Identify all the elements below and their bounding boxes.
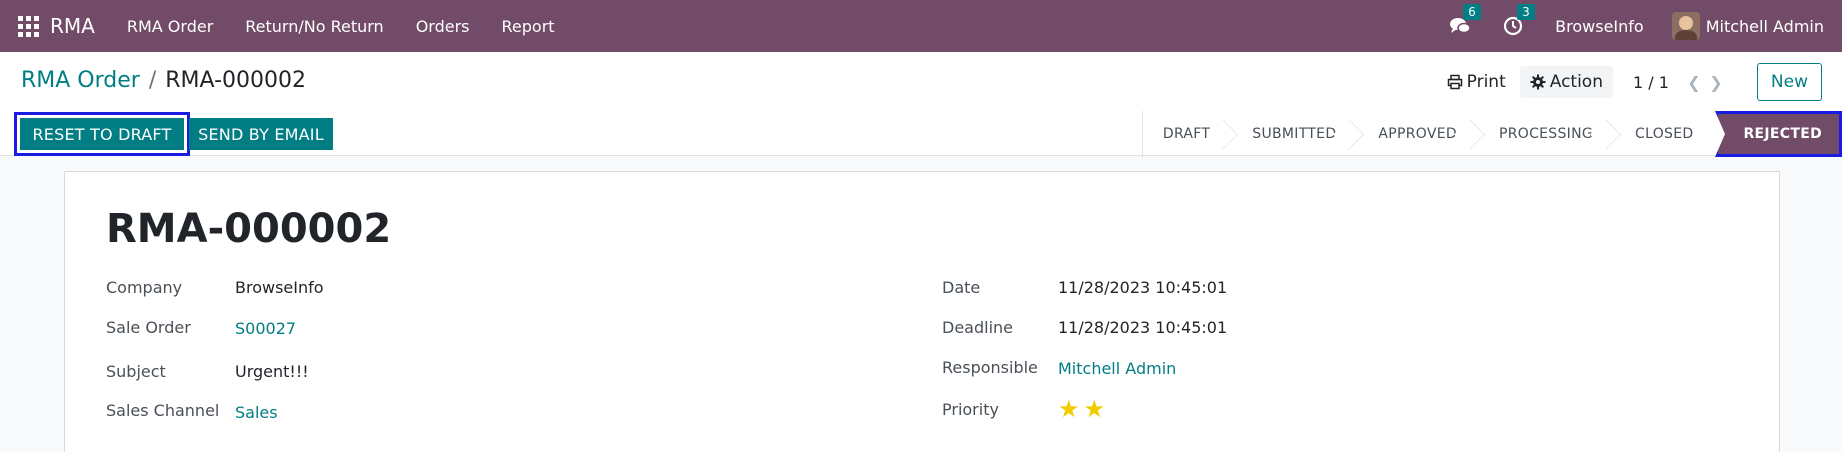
status-draft[interactable]: DRAFT (1143, 111, 1232, 157)
control-panel-actions: Print Action 1 / 1 ❮ ❯ New (1437, 63, 1822, 101)
status-closed[interactable]: CLOSED (1615, 111, 1715, 157)
new-button[interactable]: New (1756, 63, 1822, 101)
breadcrumb: RMA Order / RMA-000002 (21, 68, 306, 93)
star-icon[interactable]: ★ (1058, 397, 1080, 421)
field-company: Company BrowseInfo (106, 278, 324, 297)
reset-to-draft-button[interactable]: RESET TO DRAFT (14, 112, 190, 156)
print-button[interactable]: Print (1437, 66, 1516, 98)
priority-label: Priority (942, 400, 999, 419)
messages-menu[interactable]: 6 (1449, 4, 1481, 36)
avatar (1671, 12, 1700, 40)
gear-icon (1530, 74, 1546, 90)
menu-orders[interactable]: Orders (400, 0, 486, 52)
field-deadline: Deadline 11/28/2023 10:45:01 (942, 318, 1227, 337)
breadcrumb-rma-order[interactable]: RMA Order (21, 68, 140, 93)
status-processing[interactable]: PROCESSING (1479, 111, 1615, 157)
sale-order-label: Sale Order (106, 318, 191, 337)
pager: 1 / 1 ❮ ❯ (1633, 73, 1727, 92)
status-approved[interactable]: APPROVED (1358, 111, 1479, 157)
app-brand[interactable]: RMA (50, 14, 95, 38)
field-responsible: Responsible Mitchell Admin (942, 358, 1176, 378)
responsible-link[interactable]: Mitchell Admin (1058, 359, 1176, 378)
user-menu[interactable]: Mitchell Admin (1671, 12, 1824, 40)
company-value: BrowseInfo (235, 278, 324, 297)
status-submitted[interactable]: SUBMITTED (1232, 111, 1358, 157)
date-value[interactable]: 11/28/2023 10:45:01 (1058, 278, 1227, 297)
deadline-label: Deadline (942, 318, 1013, 337)
user-name: Mitchell Admin (1705, 16, 1824, 36)
status-rejected[interactable]: REJECTED (1715, 111, 1842, 157)
send-by-email-button[interactable]: SEND BY EMAIL (189, 118, 333, 150)
apps-menu-icon[interactable] (16, 14, 40, 38)
print-label: Print (1466, 72, 1506, 92)
date-label: Date (942, 278, 981, 297)
deadline-value[interactable]: 11/28/2023 10:45:01 (1058, 318, 1227, 337)
activities-menu[interactable]: 3 (1503, 4, 1535, 36)
print-icon (1447, 74, 1462, 90)
top-navbar: RMA RMA Order Return/No Return Orders Re… (0, 0, 1842, 52)
menu-return-no-return[interactable]: Return/No Return (229, 0, 399, 52)
field-priority: Priority ★ ★ (942, 397, 1105, 421)
breadcrumb-current: RMA-000002 (165, 68, 307, 93)
action-button[interactable]: Action (1519, 66, 1613, 98)
field-date: Date 11/28/2023 10:45:01 (942, 278, 1227, 297)
menu-rma-order[interactable]: RMA Order (111, 0, 229, 52)
main-menu: RMA Order Return/No Return Orders Report (111, 0, 571, 52)
star-icon[interactable]: ★ (1084, 397, 1106, 421)
action-label: Action (1549, 72, 1603, 92)
messages-badge: 6 (1463, 4, 1481, 20)
systray: 6 3 BrowseInfo Mitchell Admin (1449, 0, 1842, 52)
sale-order-link[interactable]: S00027 (235, 319, 296, 338)
pager-next-icon[interactable]: ❯ (1705, 73, 1727, 92)
field-sales-channel: Sales Channel Sales (106, 401, 278, 422)
breadcrumb-separator: / (148, 68, 157, 93)
form-sheet: RMA-000002 Company BrowseInfo Sale Order… (64, 171, 1780, 452)
menu-report[interactable]: Report (486, 0, 571, 52)
activities-badge: 3 (1517, 4, 1535, 20)
responsible-label: Responsible (942, 358, 1038, 377)
company-switcher[interactable]: BrowseInfo (1555, 17, 1644, 36)
record-title: RMA-000002 (106, 206, 392, 252)
priority-stars: ★ ★ (1058, 397, 1109, 421)
field-subject: Subject Urgent!!! (106, 362, 309, 381)
pager-previous-icon[interactable]: ❮ (1683, 73, 1705, 92)
subject-value: Urgent!!! (235, 362, 309, 381)
sales-channel-link[interactable]: Sales (235, 403, 278, 422)
field-sale-order: Sale Order S00027 (106, 318, 296, 338)
pager-value[interactable]: 1 / 1 (1633, 73, 1669, 92)
subject-label: Subject (106, 362, 166, 381)
control-panel: RMA Order / RMA-000002 Print Action 1 / … (0, 52, 1842, 157)
statusbar: DRAFT SUBMITTED APPROVED PROCESSING CLOS… (1141, 111, 1842, 157)
company-label: Company (106, 278, 183, 297)
sales-channel-label: Sales Channel (106, 401, 220, 420)
